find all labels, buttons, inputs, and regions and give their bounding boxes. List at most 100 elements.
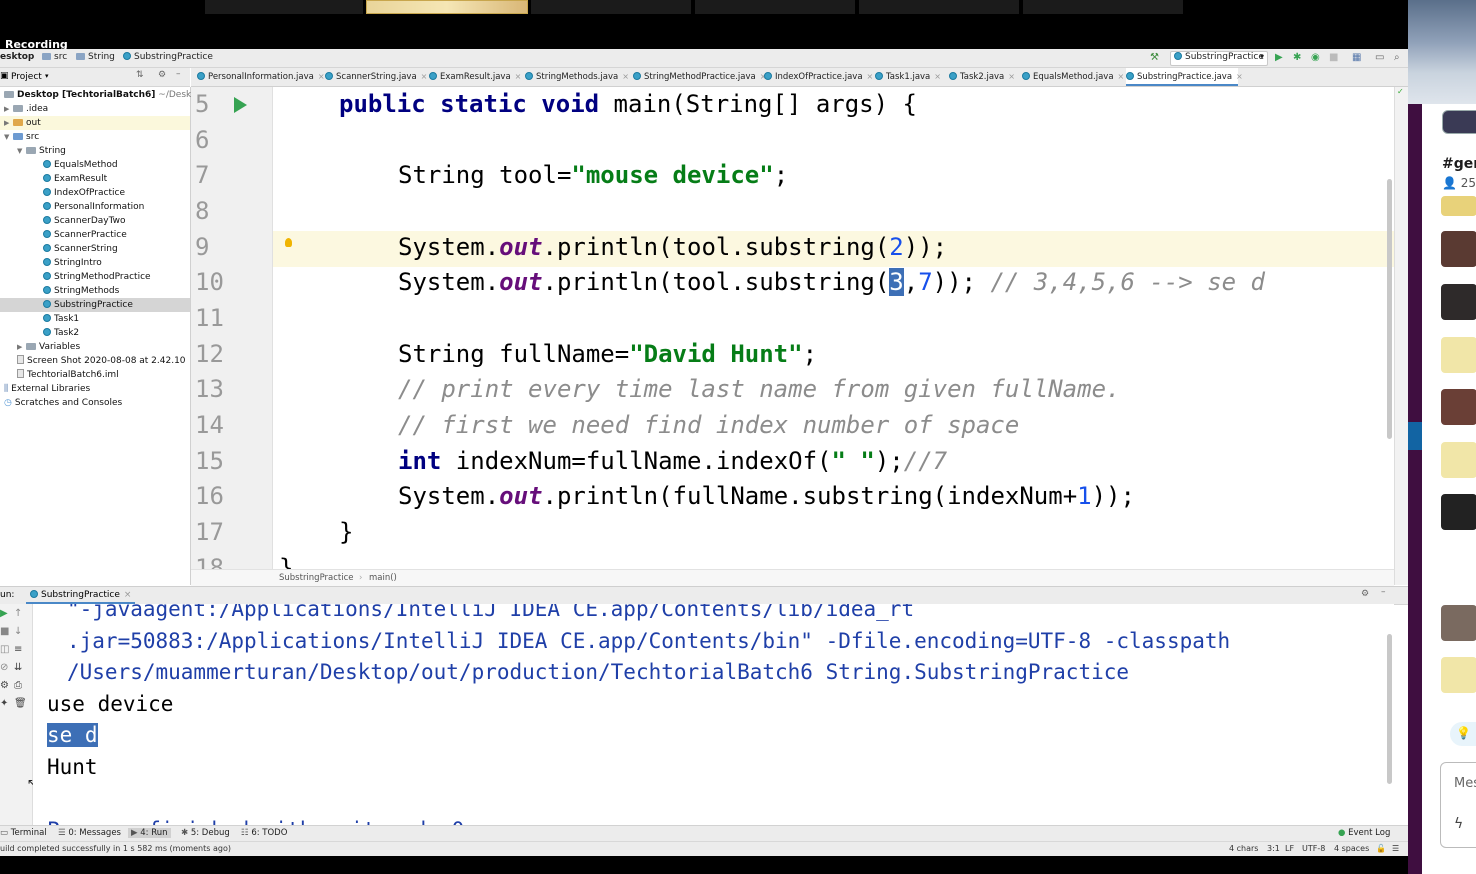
soft-wrap-icon[interactable]: ≡ (14, 644, 22, 655)
close-icon[interactable]: × (124, 590, 132, 600)
close-icon[interactable]: × (515, 72, 522, 81)
tree-node-external-libraries[interactable]: ⫼ External Libraries (4, 382, 90, 396)
collapse-all-icon[interactable]: ⇅ (136, 70, 144, 80)
debug-toolwindow[interactable]: ✱ 5: Debug (181, 828, 230, 838)
run-main-icon[interactable] (234, 97, 247, 113)
member-count[interactable]: 👤 25 (1442, 176, 1476, 190)
tab-substring-practice[interactable]: SubstringPractice.java × (1126, 68, 1243, 86)
close-icon[interactable]: × (1236, 72, 1243, 81)
avatar[interactable] (1441, 389, 1476, 425)
message-composer[interactable] (1440, 762, 1476, 848)
tab-task1[interactable]: Task1.java × (875, 68, 941, 86)
tree-class[interactable]: EqualsMethod (43, 158, 118, 172)
debug-icon[interactable]: ✱ (1293, 52, 1301, 63)
tree-class[interactable]: ScannerDayTwo (43, 214, 125, 228)
tree-node-iml[interactable]: TechtorialBatch6.iml (17, 368, 119, 382)
tree-class[interactable]: Task2 (43, 326, 79, 340)
event-log-toolwindow[interactable]: ● Event Log (1338, 828, 1390, 838)
avatar[interactable] (1441, 196, 1476, 216)
scroll-to-end-icon[interactable]: ⇊ (14, 662, 22, 673)
breadcrumb-method[interactable]: main() (369, 573, 397, 583)
gear-icon[interactable]: ⚙ (158, 70, 166, 80)
avatar[interactable] (1441, 605, 1476, 641)
tree-class[interactable]: Task1 (43, 312, 79, 326)
participant-thumbnail[interactable] (859, 0, 1019, 14)
todo-toolwindow[interactable]: ☷ 6: TODO (241, 828, 287, 838)
tab-index-of-practice[interactable]: IndexOfPractice.java × (764, 68, 873, 86)
tree-node-src[interactable]: ▼ src (4, 130, 39, 144)
line-separator[interactable]: LF (1285, 844, 1294, 853)
tree-node-scratches[interactable]: ◷ Scratches and Consoles (4, 396, 122, 410)
project-view-selector[interactable]: Project (11, 72, 42, 82)
tab-string-methods[interactable]: StringMethods.java × (525, 68, 629, 86)
lock-icon[interactable]: 🔓 (1376, 844, 1386, 853)
tree-node-string-package[interactable]: ▼ String (17, 144, 66, 158)
tab-equals-method[interactable]: EqualsMethod.java × (1022, 68, 1124, 86)
avatar[interactable] (1441, 231, 1476, 267)
tab-personal-information[interactable]: PersonalInformation.java × (197, 68, 325, 86)
minimize-icon[interactable]: – (1381, 587, 1386, 597)
close-icon[interactable]: × (318, 72, 325, 81)
run-configuration-select[interactable]: SubstringPractice ▾ (1170, 51, 1268, 66)
tree-node-out[interactable]: ▶ out (0, 116, 190, 130)
tree-class[interactable]: ScannerPractice (43, 228, 127, 242)
tab-scanner-string[interactable]: ScannerString.java × (325, 68, 427, 86)
tab-task2[interactable]: Task2.java × (949, 68, 1015, 86)
messages-toolwindow[interactable]: ☰ 0: Messages (58, 828, 121, 838)
tab-exam-result[interactable]: ExamResult.java × (429, 68, 521, 86)
slack-search-input[interactable] (1442, 110, 1476, 134)
tree-node-root[interactable]: Desktop [TechtorialBatch6] ~/Deskt (4, 88, 195, 102)
print-icon[interactable]: ⎙ (14, 680, 22, 691)
chevron-down-icon[interactable]: ▾ (45, 72, 49, 80)
rerun-icon[interactable]: ▶ (0, 608, 8, 619)
breadcrumb-string[interactable]: String (76, 52, 115, 62)
participant-thumbnail[interactable] (531, 0, 691, 14)
tree-class[interactable]: StringIntro (43, 256, 102, 270)
tree-class[interactable]: IndexOfPractice (43, 186, 125, 200)
stop-icon[interactable]: ■ (0, 626, 9, 637)
run-icon[interactable]: ▶ (1275, 52, 1283, 63)
coverage-icon[interactable]: ◉ (1311, 52, 1320, 63)
console-scrollbar[interactable] (1387, 634, 1392, 784)
participant-thumbnail[interactable] (205, 0, 363, 14)
lightbulb-icon[interactable] (285, 238, 292, 247)
tree-class[interactable]: StringMethodPractice (43, 270, 151, 284)
participant-thumbnail[interactable] (695, 0, 855, 14)
run-tab-substring-practice[interactable]: SubstringPractice × (26, 587, 136, 604)
pin-icon[interactable]: ✦ (0, 698, 8, 709)
down-arrow-icon[interactable]: ↓ (14, 626, 22, 637)
tree-class[interactable]: StringMethods (43, 284, 119, 298)
run-toolwindow[interactable]: ▶ 4: Run (128, 828, 171, 838)
notifications-icon[interactable]: ☰ (1392, 844, 1399, 853)
trash-icon[interactable]: 🗑 (14, 698, 27, 709)
tree-class[interactable]: ExamResult (43, 172, 107, 186)
dump-threads-icon[interactable]: ⊘ (0, 662, 8, 673)
shortcuts-icon[interactable]: ϟ (1454, 816, 1463, 832)
active-participant-thumbnail[interactable] (366, 0, 528, 14)
breadcrumb-class[interactable]: SubstringPractice (279, 573, 354, 583)
close-icon[interactable]: × (934, 72, 941, 81)
editor-scrollbar[interactable] (1387, 179, 1392, 439)
build-hammer-icon[interactable]: ⚒ (1150, 52, 1159, 63)
avatar[interactable] (1441, 284, 1476, 320)
avatar[interactable] (1441, 442, 1476, 478)
breadcrumb-desktop[interactable]: esktop (0, 52, 34, 62)
tree-node-variables[interactable]: ▶ Variables (17, 340, 80, 354)
close-icon[interactable]: × (1118, 72, 1125, 81)
close-icon[interactable]: × (421, 72, 428, 81)
tree-class[interactable]: ScannerString (43, 242, 118, 256)
code-editor[interactable]: 5 6 7 8 9 10 11 12 13 14 15 16 17 18 pub… (191, 87, 1394, 569)
tree-node-screenshot[interactable]: Screen Shot 2020-08-08 at 2.42.10 (17, 354, 186, 368)
file-encoding[interactable]: UTF-8 (1302, 844, 1325, 853)
avatar[interactable] (1441, 657, 1476, 693)
stop-icon[interactable]: ■ (1329, 52, 1338, 63)
restore-layout-icon[interactable]: ◫ (0, 644, 9, 655)
avatar[interactable] (1441, 337, 1476, 373)
window-icon[interactable]: ▭ (1375, 52, 1384, 63)
indent-setting[interactable]: 4 spaces (1334, 844, 1369, 853)
tree-class-selected[interactable]: SubstringPractice (0, 298, 190, 312)
channel-title[interactable]: #gen (1442, 156, 1476, 172)
breadcrumb-class[interactable]: SubstringPractice (123, 52, 213, 62)
close-icon[interactable]: × (622, 72, 629, 81)
tab-string-method-practice[interactable]: StringMethodPractice.java× (633, 68, 766, 86)
